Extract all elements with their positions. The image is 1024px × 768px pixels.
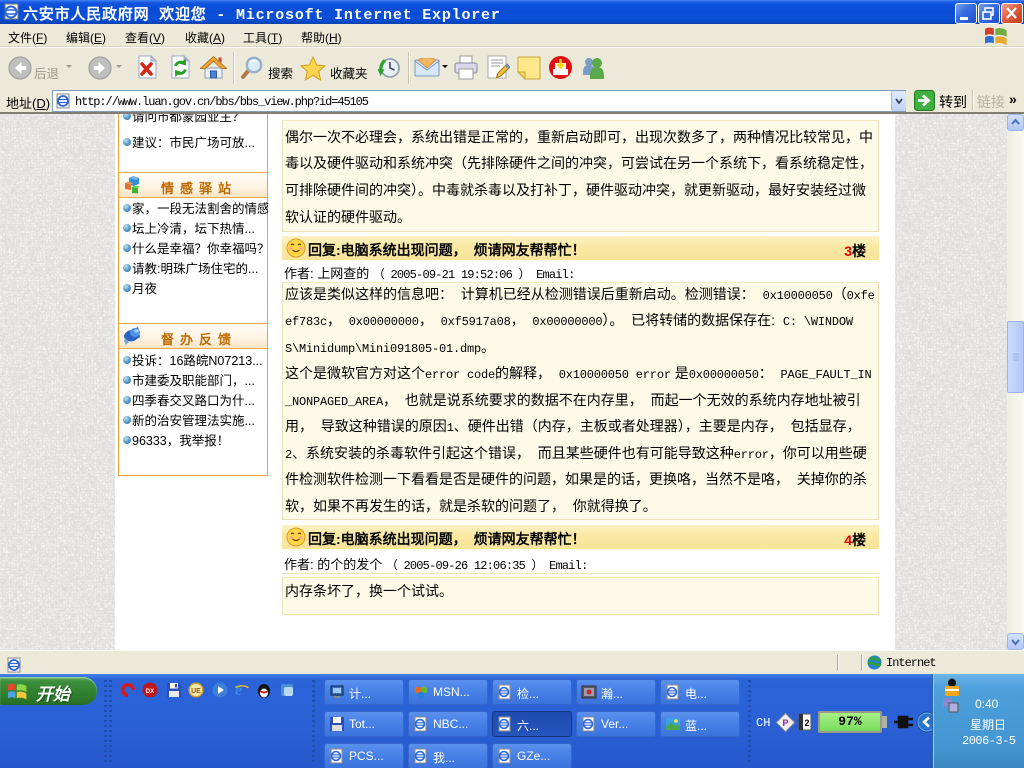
svg-text:2: 2 (804, 718, 809, 728)
svg-text:P: P (782, 718, 788, 728)
svg-text:UE: UE (191, 688, 201, 695)
svg-text:e: e (235, 682, 242, 698)
svg-text:DX: DX (146, 689, 154, 695)
